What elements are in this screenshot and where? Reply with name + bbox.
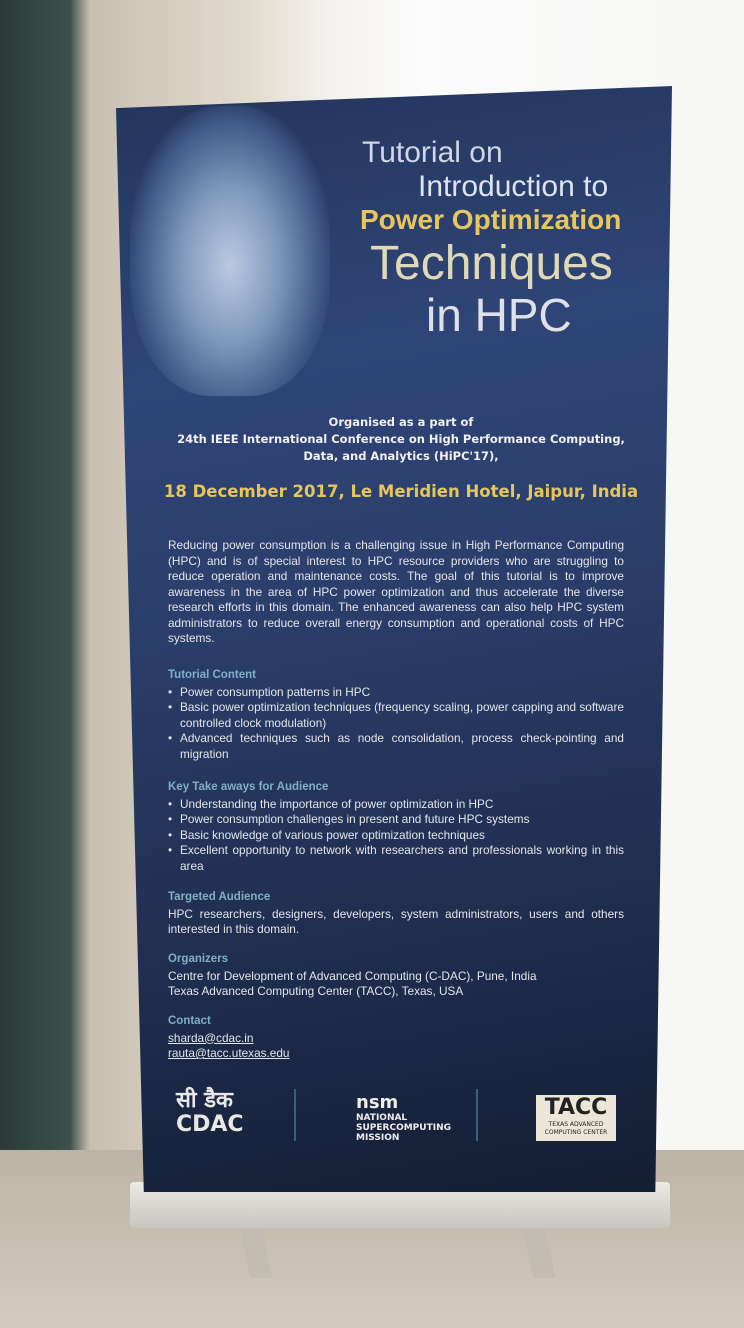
section-heading: Targeted Audience [168, 891, 271, 903]
title-line: in HPC [426, 289, 572, 341]
title-line: Tutorial on [362, 136, 503, 169]
section-heading: Organizers [168, 953, 229, 965]
title-line: Power Optimization [360, 204, 622, 235]
list-item: Understanding the importance of power op… [168, 797, 624, 813]
nsm-logo: nsm NATIONAL SUPERCOMPUTING MISSION [356, 1092, 451, 1144]
sponsor-logos: सी डैक CDAC nsm NATIONAL SUPERCOMPUTING … [176, 1089, 626, 1149]
organised-by: Organised as a part of 24th IEEE Interna… [156, 414, 646, 465]
targeted-audience: Targeted Audience HPC researchers, desig… [168, 890, 624, 938]
roll-up-banner: Tutorial on Introduction to Power Optimi… [116, 86, 672, 1192]
tacc-text: TEXAS ADVANCED COMPUTING CENTER [544, 1121, 608, 1136]
intro-paragraph: Reducing power consumption is a challeng… [168, 538, 624, 645]
poster-title: Tutorial on Introduction to Power Optimi… [356, 136, 656, 338]
title-line: Introduction to [418, 170, 609, 203]
contact: Contact sharda@cdac.in rauta@tacc.utexas… [168, 1014, 624, 1062]
contact-email: sharda@cdac.in [168, 1030, 254, 1045]
org-line: 24th IEEE International Conference on Hi… [177, 432, 625, 446]
list-item: Basic knowledge of various power optimiz… [168, 828, 624, 844]
organizer: Texas Advanced Computing Center (TACC), … [168, 984, 464, 998]
section-heading: Tutorial Content [168, 669, 256, 681]
organizers: Organizers Centre for Development of Adv… [168, 952, 624, 1000]
divider [294, 1089, 296, 1141]
section-heading: Contact [168, 1015, 211, 1027]
list-item: Excellent opportunity to network with re… [168, 843, 624, 874]
nsm-line: MISSION [356, 1133, 400, 1143]
nsm-mark: nsm [356, 1092, 399, 1113]
digital-face-image [130, 106, 330, 396]
list-item: Power consumption patterns in HPC [168, 685, 624, 701]
cdac-hindi: सी डैक [176, 1088, 233, 1113]
cdac-text: CDAC [176, 1112, 244, 1137]
org-line: Organised as a part of [328, 415, 474, 429]
divider [476, 1089, 478, 1141]
section-heading: Key Take aways for Audience [168, 781, 329, 793]
list-item: Advanced techniques such as node consoli… [168, 731, 624, 762]
tacc-logo: TACC TEXAS ADVANCED COMPUTING CENTER [536, 1095, 616, 1141]
audience-text: HPC researchers, designers, developers, … [168, 906, 624, 937]
list-item: Power consumption challenges in present … [168, 812, 624, 828]
title-line: Techniques [370, 237, 613, 290]
tacc-mark: TACC [544, 1095, 608, 1120]
organizer: Centre for Development of Advanced Compu… [168, 968, 537, 983]
date-venue: 18 December 2017, Le Meridien Hotel, Jai… [163, 482, 639, 501]
org-line: Data, and Analytics (HiPC'17), [303, 449, 499, 463]
nsm-line: SUPERCOMPUTING [356, 1123, 451, 1133]
tutorial-content: Tutorial Content Power consumption patte… [168, 668, 624, 762]
key-takeaways: Key Take aways for Audience Understandin… [168, 780, 624, 874]
nsm-line: NATIONAL [356, 1113, 408, 1123]
contact-email: rauta@tacc.utexas.edu [168, 1046, 290, 1060]
cdac-logo: सी डैक CDAC [176, 1089, 244, 1137]
list-item: Basic power optimization techniques (fre… [168, 700, 624, 731]
